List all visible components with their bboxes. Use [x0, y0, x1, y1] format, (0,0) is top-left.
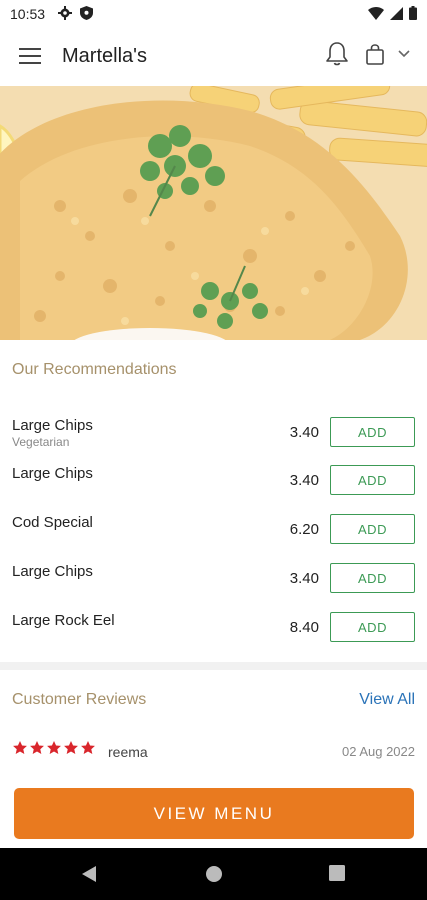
menu-item-row: Large Chips 3.40 ADD	[0, 563, 427, 597]
add-button[interactable]: ADD	[330, 417, 415, 447]
chevron-down-icon[interactable]	[397, 49, 411, 59]
recents-icon[interactable]	[329, 865, 345, 881]
gear-icon	[58, 6, 72, 20]
reviews-title: Customer Reviews	[12, 691, 147, 708]
menu-item-price: 3.40	[289, 472, 319, 489]
recommendations-title: Our Recommendations	[12, 361, 177, 378]
add-button[interactable]: ADD	[330, 563, 415, 593]
menu-item-price: 8.40	[289, 619, 319, 636]
menu-item-name: Large Rock Eel	[12, 612, 115, 629]
bell-icon[interactable]	[325, 41, 349, 67]
status-bar: 10:53	[0, 0, 427, 28]
star-icon	[13, 741, 27, 754]
shield-icon	[80, 6, 93, 20]
reviews-section: Customer Reviews View All reema 02 Aug 2…	[0, 670, 427, 780]
menu-item-name: Large Chips	[12, 465, 93, 482]
menu-item-name: Large Chips	[12, 563, 93, 580]
add-button[interactable]: ADD	[330, 514, 415, 544]
signal-icon	[390, 6, 403, 20]
fish-and-chips-image	[0, 86, 427, 340]
star-icon	[30, 741, 44, 754]
shopping-bag-icon[interactable]	[365, 43, 385, 65]
add-button[interactable]: ADD	[330, 612, 415, 642]
review-rating	[12, 740, 96, 756]
star-icon	[47, 741, 61, 754]
status-right-icons	[368, 6, 417, 20]
menu-item-row: Large Chips 3.40 ADD	[0, 465, 427, 499]
menu-item-row: Cod Special 6.20 ADD	[0, 514, 427, 548]
section-divider	[0, 662, 427, 670]
menu-item-row: Large Rock Eel 8.40 ADD	[0, 612, 427, 646]
menu-item-price: 3.40	[289, 424, 319, 441]
menu-item-subtitle: Vegetarian	[12, 435, 70, 449]
recommendations-section: Our Recommendations Large Chips Vegetari…	[0, 340, 427, 662]
hero-image	[0, 86, 427, 340]
status-time: 10:53	[10, 6, 46, 22]
menu-item-name: Cod Special	[12, 514, 93, 531]
reviewer-name: reema	[108, 744, 148, 760]
menu-item-price: 6.20	[289, 521, 319, 538]
status-left-icons	[58, 6, 93, 20]
menu-item-price: 3.40	[289, 570, 319, 587]
view-menu-button[interactable]: VIEW MENU	[14, 788, 414, 839]
view-all-link[interactable]: View All	[359, 691, 415, 709]
app-bar: Martella's	[0, 28, 427, 86]
wifi-icon	[368, 6, 384, 20]
menu-item-name: Large Chips	[12, 417, 93, 434]
view-menu-bar: VIEW MENU	[0, 780, 427, 848]
app-title: Martella's	[62, 45, 147, 67]
home-icon[interactable]	[205, 865, 223, 883]
review-date: 02 Aug 2022	[341, 744, 415, 759]
battery-icon	[409, 6, 417, 20]
menu-icon[interactable]	[19, 47, 41, 65]
back-icon[interactable]	[80, 865, 98, 883]
add-button[interactable]: ADD	[330, 465, 415, 495]
system-nav-bar	[0, 848, 427, 900]
star-icon	[64, 741, 78, 754]
menu-item-row: Large Chips Vegetarian 3.40 ADD	[0, 417, 427, 451]
star-icon	[81, 741, 95, 754]
